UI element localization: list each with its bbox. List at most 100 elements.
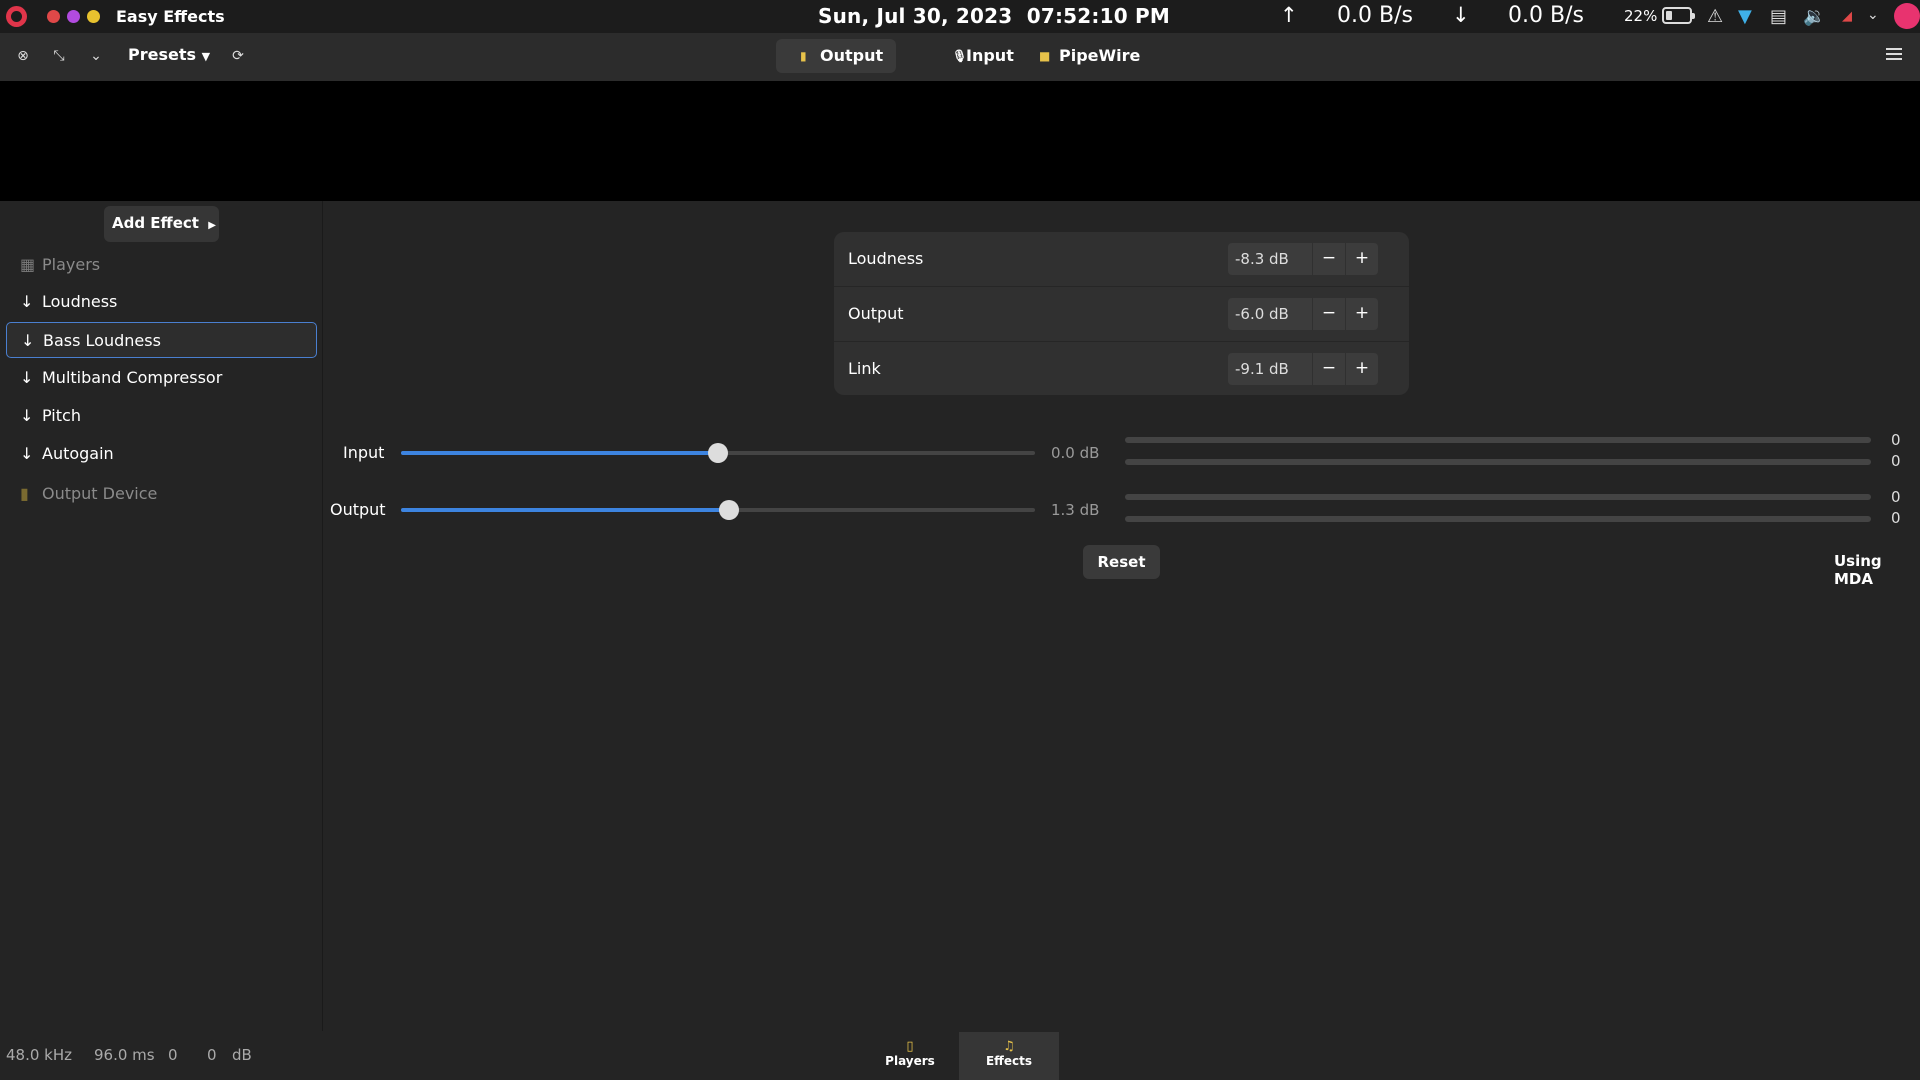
players-icon: ▯ xyxy=(906,1039,914,1054)
app-name: Easy Effects xyxy=(116,7,225,26)
tab-input-label: Input xyxy=(966,46,1014,65)
output-spinbutton[interactable]: -6.0 dB xyxy=(1228,298,1312,330)
bypass-icon[interactable]: ⟳ xyxy=(226,44,250,68)
reset-button[interactable]: Reset xyxy=(1083,545,1160,579)
microphone-icon: 🎙 xyxy=(952,49,968,63)
hamburger-menu-icon[interactable] xyxy=(1886,48,1902,63)
add-effect-button[interactable]: Add Effect ▶ xyxy=(104,206,219,242)
sidebar-item-loudness[interactable]: ↓ Loudness xyxy=(6,284,317,320)
sidebar-item-multiband-compressor[interactable]: ↓ Multiband Compressor xyxy=(6,360,317,396)
input-level-label: Input xyxy=(343,443,385,462)
increase-button[interactable]: + xyxy=(1346,353,1378,385)
sidebar-item-label: Output Device xyxy=(42,484,158,503)
arrow-down-icon: ↓ xyxy=(20,292,34,311)
user-avatar[interactable] xyxy=(1894,3,1920,29)
loudness-spinbutton[interactable]: -8.3 dB xyxy=(1228,243,1312,275)
sidebar-item-label: Players xyxy=(42,255,101,274)
sidebar-item-pitch[interactable]: ↓ Pitch xyxy=(6,398,317,434)
param-label: Output xyxy=(848,304,904,323)
vpn-shield-icon[interactable]: ▼ xyxy=(1738,6,1752,27)
output-meter-left-value: 0 xyxy=(1891,488,1901,506)
left-level: 0 xyxy=(168,1046,178,1064)
tab-output-label: Output xyxy=(820,46,884,65)
easy-effects-logo-icon[interactable] xyxy=(6,6,27,27)
backend-label: Using MDA xyxy=(1834,552,1882,588)
input-level-meter-right xyxy=(1125,459,1871,465)
close-icon[interactable]: ⊗ xyxy=(11,44,35,68)
link-spinbutton[interactable]: -9.1 dB xyxy=(1228,353,1312,385)
speaker-icon: ▮ xyxy=(20,484,29,503)
input-slider-handle[interactable] xyxy=(708,443,728,463)
sidebar-item-label: Loudness xyxy=(42,292,118,311)
sidebar-item-autogain[interactable]: ↓ Autogain xyxy=(6,436,317,472)
param-label: Link xyxy=(848,359,881,378)
sidebar-item-bass-loudness[interactable]: ↓ Bass Loudness xyxy=(6,322,317,358)
add-effect-label: Add Effect xyxy=(112,214,199,232)
players-icon: ▦ xyxy=(20,255,36,274)
clipboard-icon[interactable]: ▤ xyxy=(1770,6,1787,27)
output-level-meter-right xyxy=(1125,516,1871,522)
output-level-label: Output xyxy=(330,500,386,519)
bottom-tab-label: Players xyxy=(885,1054,935,1068)
arrow-down-icon: ↓ xyxy=(20,406,34,425)
volume-icon[interactable]: 🔉 xyxy=(1803,6,1825,27)
download-rate: 0.0 B/s xyxy=(1508,3,1584,28)
maximize-window-dot[interactable] xyxy=(87,10,100,23)
shrink-icon[interactable]: ⤡ xyxy=(47,44,71,68)
param-row-loudness: Loudness -8.3 dB − + xyxy=(834,232,1409,287)
sidebar-item-label: Pitch xyxy=(42,406,81,425)
chevron-down-icon[interactable]: ⌄ xyxy=(84,44,108,68)
spectrum-area xyxy=(0,81,1920,201)
input-meter-left-value: 0 xyxy=(1891,431,1901,449)
sidebar-item-players[interactable]: ▦ Players xyxy=(6,247,317,283)
param-row-link: Link -9.1 dB − + xyxy=(834,342,1409,397)
tab-pipewire-label: PipeWire xyxy=(1059,46,1141,65)
output-meter-right-value: 0 xyxy=(1891,509,1901,527)
minimize-window-dot[interactable] xyxy=(67,10,80,23)
decrease-button[interactable]: − xyxy=(1313,353,1345,385)
input-level-meter-left xyxy=(1125,437,1871,443)
arrow-down-icon: ↓ xyxy=(20,444,34,463)
output-level-meter-left xyxy=(1125,494,1871,500)
network-icon[interactable]: ◢ xyxy=(1842,9,1852,24)
bottom-tab-label: Effects xyxy=(985,1054,1033,1068)
sidebar-item-label: Bass Loudness xyxy=(43,331,161,350)
chevron-right-icon: ▶ xyxy=(208,220,216,231)
presets-label: Presets xyxy=(128,45,197,64)
presets-menu-button[interactable]: Presets ▼ xyxy=(128,45,210,64)
sample-rate: 48.0 kHz xyxy=(6,1046,73,1064)
battery-percent: 22% xyxy=(1624,7,1658,25)
dropdown-arrow-icon: ▼ xyxy=(201,50,211,63)
tab-pipewire[interactable]: ■ PipeWire xyxy=(1035,39,1145,73)
sidebar-item-output-device[interactable]: ▮ Output Device xyxy=(6,476,317,512)
param-label: Loudness xyxy=(848,249,924,268)
slider-fill xyxy=(401,508,729,512)
slider-fill xyxy=(401,451,718,455)
bottom-tab-effects[interactable]: ♫ Effects xyxy=(959,1032,1059,1080)
clock[interactable]: Sun, Jul 30, 2023 07:52:10 PM xyxy=(818,4,1170,28)
tab-input[interactable]: 🎙 Input xyxy=(928,39,1028,73)
increase-button[interactable]: + xyxy=(1346,243,1378,275)
upload-arrow-icon: ↑ xyxy=(1280,3,1298,27)
arrow-down-icon: ↓ xyxy=(21,331,35,350)
decrease-button[interactable]: − xyxy=(1313,298,1345,330)
increase-button[interactable]: + xyxy=(1346,298,1378,330)
latency: 96.0 ms xyxy=(94,1046,155,1064)
decrease-button[interactable]: − xyxy=(1313,243,1345,275)
close-window-dot[interactable] xyxy=(47,10,60,23)
bottom-tab-players[interactable]: ▯ Players xyxy=(860,1032,960,1080)
notification-icon[interactable]: ⚠ xyxy=(1707,6,1723,27)
param-row-output: Output -6.0 dB − + xyxy=(834,287,1409,342)
tab-output[interactable]: ▮ Output xyxy=(776,39,896,73)
tray-expand-icon[interactable]: ⌄ xyxy=(1867,7,1879,23)
output-gain-value: 1.3 dB xyxy=(1051,501,1100,519)
input-meter-right-value: 0 xyxy=(1891,452,1901,470)
sidebar-item-label: Multiband Compressor xyxy=(42,368,223,387)
sidebar-item-label: Autogain xyxy=(42,444,114,463)
output-slider-handle[interactable] xyxy=(718,500,739,520)
battery-icon[interactable] xyxy=(1662,7,1695,24)
music-note-icon: ♫ xyxy=(1003,1039,1015,1054)
pipewire-icon: ■ xyxy=(1039,49,1051,63)
input-gain-value: 0.0 dB xyxy=(1051,444,1100,462)
level-unit: dB xyxy=(232,1046,252,1064)
